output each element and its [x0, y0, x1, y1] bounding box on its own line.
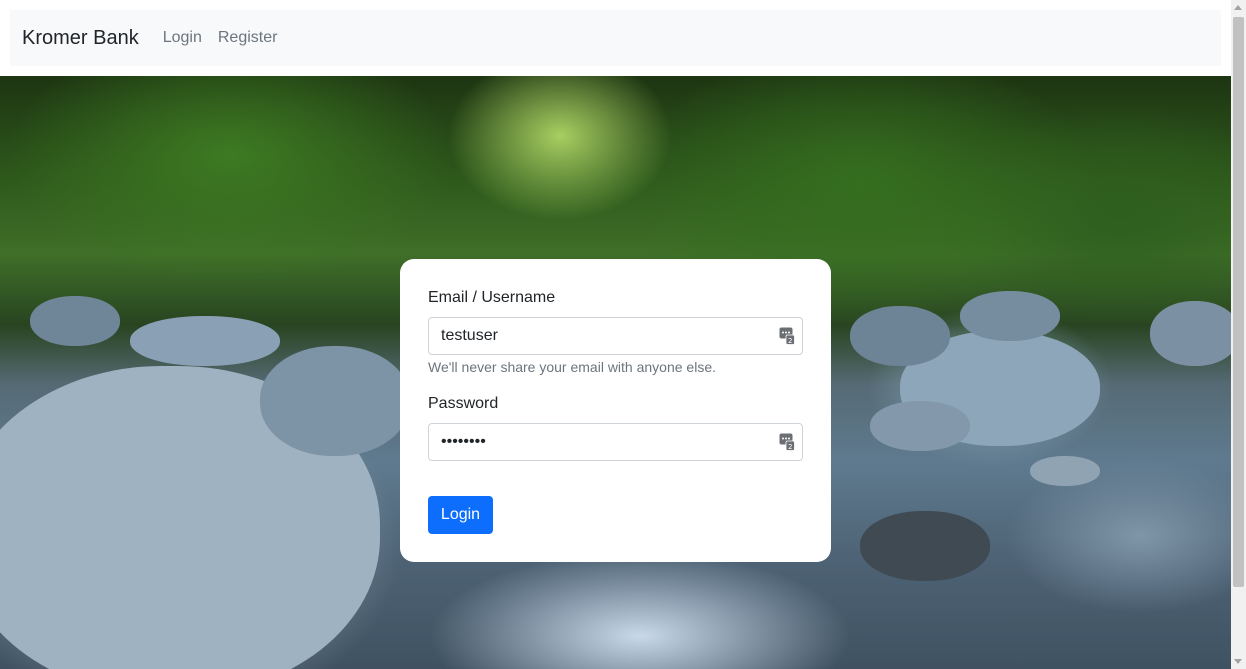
email-label: Email / Username — [428, 289, 556, 306]
nav-login-link[interactable]: Login — [163, 29, 202, 47]
scroll-up-arrow-icon[interactable] — [1234, 5, 1242, 10]
nav-register-link[interactable]: Register — [218, 29, 278, 47]
scroll-down-arrow-icon[interactable] — [1234, 659, 1242, 664]
password-label: Password — [428, 395, 499, 412]
navbar: Kromer Bank Login Register — [10, 10, 1221, 66]
vertical-scrollbar[interactable] — [1231, 0, 1246, 669]
email-input[interactable] — [428, 317, 803, 355]
password-manager-key-icon[interactable]: 2 — [779, 433, 795, 451]
svg-text:2: 2 — [788, 337, 792, 345]
scroll-thumb[interactable] — [1233, 17, 1244, 587]
rock — [1150, 301, 1231, 366]
rock — [30, 296, 120, 346]
rock — [130, 316, 280, 366]
rock — [860, 511, 990, 581]
email-input-wrap: 2 — [428, 317, 803, 355]
rock — [960, 291, 1060, 341]
svg-text:2: 2 — [788, 443, 792, 451]
login-card: Email / Username 2 We'll never share you… — [400, 259, 831, 562]
rock — [1030, 456, 1100, 486]
login-button[interactable]: Login — [428, 496, 493, 534]
rock — [850, 306, 950, 366]
rock — [870, 401, 970, 451]
brand-link[interactable]: Kromer Bank — [22, 27, 139, 50]
password-input[interactable] — [428, 423, 803, 461]
email-help-text: We'll never share your email with anyone… — [428, 359, 716, 375]
password-manager-key-icon[interactable]: 2 — [779, 327, 795, 345]
rock — [260, 346, 410, 456]
password-input-wrap: 2 — [428, 423, 803, 461]
